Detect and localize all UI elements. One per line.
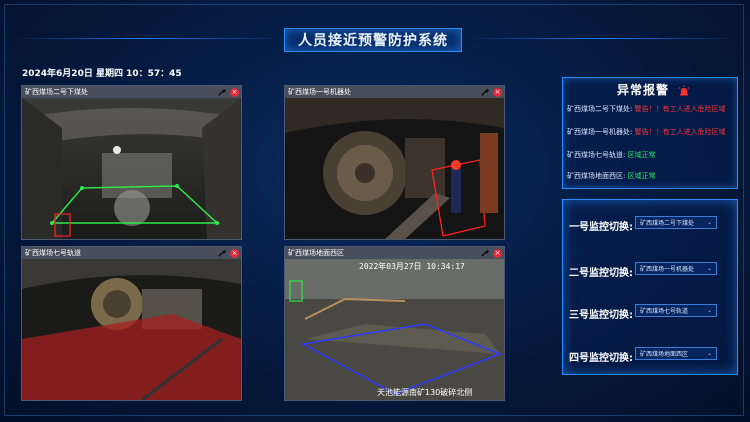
close-icon[interactable]: ×: [230, 248, 239, 258]
alarm-item: 矿西煤场一号机器处: 警告！！有工人进入危险区域: [567, 127, 726, 137]
monitor-3-select[interactable]: 矿西煤场七号轨道 ⌄: [635, 304, 717, 317]
monitor-4-select[interactable]: 矿西煤场地面西区 ⌄: [635, 347, 717, 360]
camera-title: 矿西煤场地面西区: [288, 249, 344, 257]
chevron-down-icon: ⌄: [706, 265, 712, 272]
alarm-location: 矿西煤场二号下煤处:: [567, 105, 633, 113]
camera-caption-overlay: 天池能源南矿130破碎北侧: [377, 388, 473, 397]
alarm-panel: 异常报警 矿西煤场二号下煤处: 警告！！有工人进入危险区域 矿西煤场一号机器处:…: [562, 77, 738, 189]
datetime-display: 2024年6月20日 星期四 10：57：45: [22, 69, 182, 79]
camera-feed: 2022年03月27日 10:34:17 天池能源南矿130破碎北侧: [285, 259, 504, 400]
camera-timestamp-overlay: 2022年03月27日 10:34:17: [359, 262, 465, 271]
header-decoration-right: [468, 38, 738, 39]
camera-header: 矿西煤场二号下煤处 ×: [22, 86, 241, 98]
close-icon[interactable]: ×: [230, 87, 239, 97]
alarm-location: 矿西煤场一号机器处:: [567, 128, 633, 136]
alarm-message: 区域正常: [627, 151, 656, 159]
close-icon[interactable]: ×: [493, 87, 502, 97]
alarm-item: 矿西煤场七号轨道: 区域正常: [567, 150, 656, 160]
camera-panel-3[interactable]: 矿西煤场七号轨道 ×: [21, 246, 242, 401]
select-value: 矿西煤场七号轨道: [640, 308, 689, 315]
switch-label: 二号监控切换:: [569, 268, 633, 279]
monitor-2-select[interactable]: 矿西煤场一号机器处 ⌄: [635, 262, 717, 275]
camera-title: 矿西煤场七号轨道: [25, 249, 81, 257]
alarm-bell-icon: [678, 82, 690, 96]
page-title: 人员接近预警防护系统: [284, 28, 462, 52]
camera-panel-1[interactable]: 矿西煤场二号下煤处 ×: [21, 85, 242, 240]
monitor-switch-panel: 一号监控切换: 矿西煤场二号下煤处 ⌄ 二号监控切换: 矿西煤场一号机器处 ⌄ …: [562, 199, 738, 375]
camera-header: 矿西煤场地面西区 ×: [285, 247, 504, 259]
wrench-icon[interactable]: [480, 249, 489, 258]
camera-feed: [22, 259, 241, 400]
wrench-icon[interactable]: [217, 88, 226, 97]
wrench-icon[interactable]: [480, 88, 489, 97]
monitor-1-select[interactable]: 矿西煤场二号下煤处 ⌄: [635, 216, 717, 229]
chevron-down-icon: ⌄: [706, 307, 712, 314]
close-icon[interactable]: ×: [493, 248, 502, 258]
header-decoration-left: [12, 38, 282, 39]
switch-label: 四号监控切换:: [569, 353, 633, 364]
alarm-item: 矿西煤场地面西区: 区域正常: [567, 171, 656, 181]
chevron-down-icon: ⌄: [706, 350, 712, 357]
select-value: 矿西煤场一号机器处: [640, 266, 695, 273]
select-value: 矿西煤场二号下煤处: [640, 220, 695, 227]
alarm-item: 矿西煤场二号下煤处: 警告！！有工人进入危险区域: [567, 104, 726, 114]
camera-panel-4[interactable]: 矿西煤场地面西区 × 2022年03月27日 10:34:17 天池能源南矿13…: [284, 246, 505, 401]
camera-panel-2[interactable]: 矿西煤场一号机器处 ×: [284, 85, 505, 240]
select-value: 矿西煤场地面西区: [640, 351, 689, 358]
chevron-down-icon: ⌄: [706, 219, 712, 226]
camera-title: 矿西煤场二号下煤处: [25, 88, 88, 96]
alarm-title: 异常报警: [617, 83, 670, 97]
alarm-message: 警告！！有工人进入危险区域: [634, 128, 726, 136]
alarm-message: 警告！！有工人进入危险区域: [634, 105, 726, 113]
alarm-location: 矿西煤场七号轨道:: [567, 151, 626, 159]
camera-header: 矿西煤场一号机器处 ×: [285, 86, 504, 98]
camera-feed: [22, 98, 241, 239]
camera-title: 矿西煤场一号机器处: [288, 88, 351, 96]
camera-header: 矿西煤场七号轨道 ×: [22, 247, 241, 259]
camera-feed: [285, 98, 504, 239]
switch-label: 一号监控切换:: [569, 222, 633, 233]
alarm-message: 区域正常: [627, 172, 656, 180]
wrench-icon[interactable]: [217, 249, 226, 258]
switch-label: 三号监控切换:: [569, 310, 633, 321]
alarm-location: 矿西煤场地面西区:: [567, 172, 626, 180]
